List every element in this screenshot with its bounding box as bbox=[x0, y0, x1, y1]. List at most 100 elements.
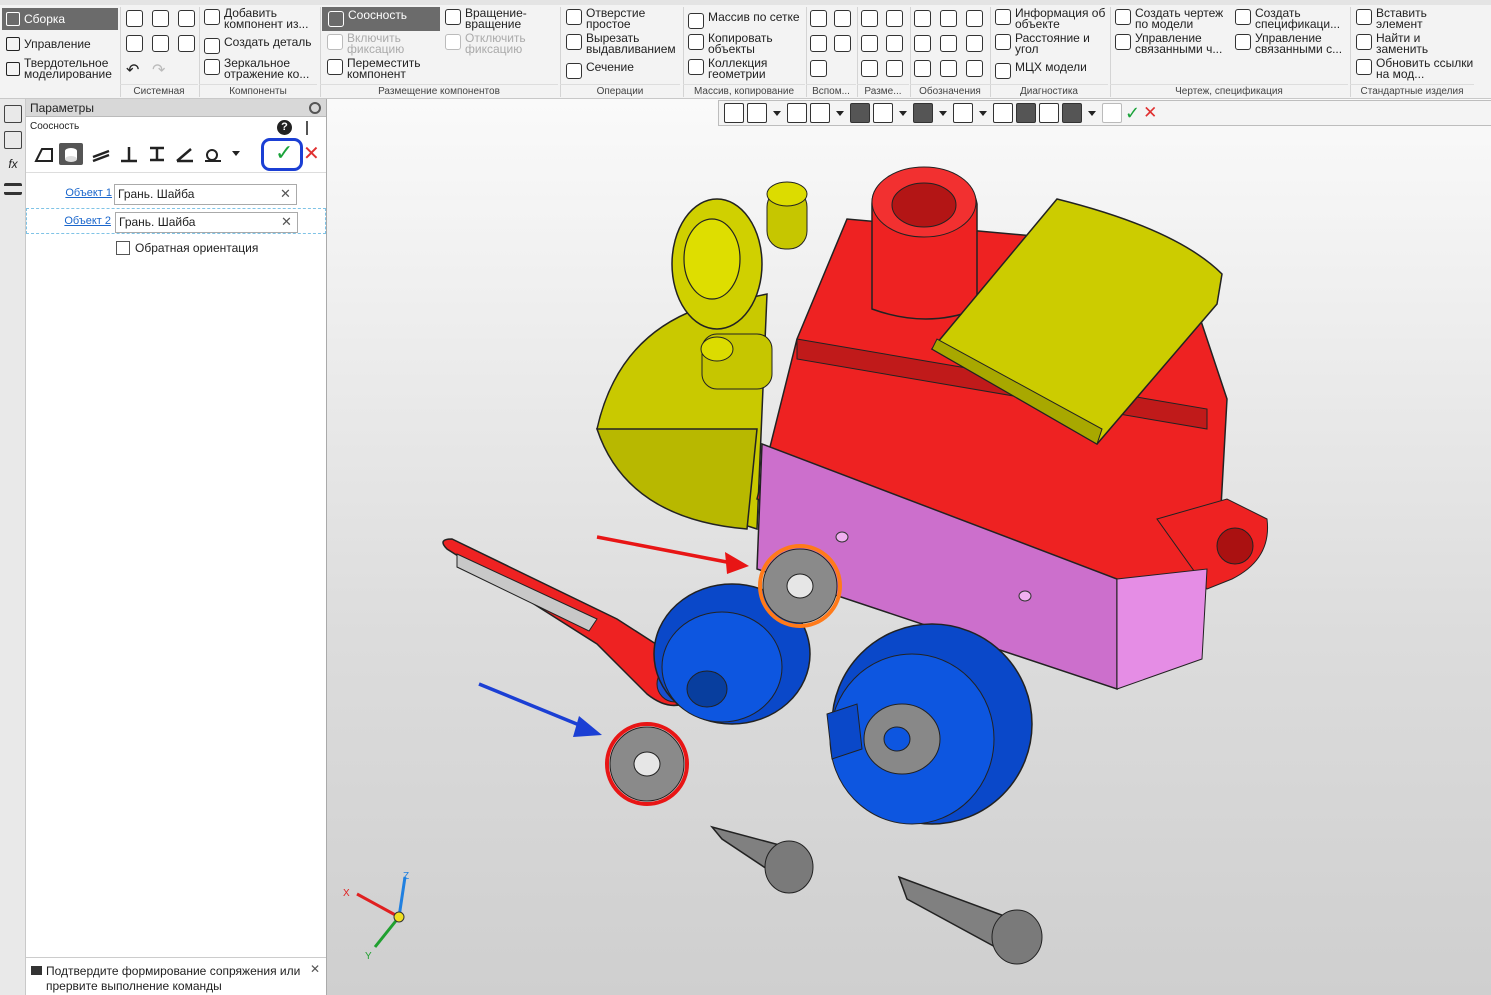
dim-radius-icon[interactable] bbox=[886, 10, 903, 27]
panel-title: Параметры bbox=[30, 101, 94, 115]
designation-base-icon[interactable] bbox=[940, 10, 957, 27]
mode-solid-modeling[interactable]: Твердотельное моделирование bbox=[2, 56, 118, 82]
new-file-icon[interactable] bbox=[126, 10, 143, 27]
solid-icon bbox=[6, 62, 20, 76]
mate-coaxial-icon[interactable] bbox=[59, 143, 83, 165]
status-hint: Подтвердите формирование сопряжения или … bbox=[26, 957, 326, 995]
create-object-button[interactable]: ✓ bbox=[275, 140, 293, 166]
dim-diameter-icon[interactable] bbox=[886, 35, 903, 52]
blue-wheel-rear[interactable] bbox=[826, 623, 1033, 825]
aux-plane-icon[interactable] bbox=[810, 35, 827, 52]
washer-selected-red[interactable] bbox=[605, 722, 689, 806]
designation-mark-icon[interactable] bbox=[966, 35, 983, 52]
enable-fix-button[interactable]: Включить фиксацию bbox=[327, 32, 437, 55]
dim-chain-icon[interactable] bbox=[861, 60, 878, 77]
save-icon[interactable] bbox=[178, 10, 195, 27]
aux-cs-icon[interactable] bbox=[834, 35, 851, 52]
mode-assembly[interactable]: Сборка bbox=[2, 8, 118, 30]
find-replace-button[interactable]: Найти и заменить bbox=[1356, 32, 1474, 55]
geometry-collection-button[interactable]: Коллекция геометрии bbox=[688, 57, 803, 80]
reverse-orientation-option[interactable]: Обратная ориентация bbox=[116, 241, 258, 255]
dim-auto-icon[interactable] bbox=[886, 60, 903, 77]
object2-clear-icon[interactable]: ✕ bbox=[281, 214, 292, 230]
cancel-command-button[interactable]: ✕ bbox=[303, 141, 320, 166]
mate-perpendicular-icon[interactable] bbox=[119, 145, 139, 163]
manage-linked-drawings-button[interactable]: Управление связанными ч... bbox=[1115, 32, 1230, 55]
layers-icon[interactable] bbox=[4, 183, 22, 195]
preview-icon[interactable] bbox=[152, 35, 169, 52]
mate-angle-icon[interactable] bbox=[175, 145, 195, 163]
insert-element-button[interactable]: Вставить элемент bbox=[1356, 7, 1474, 30]
object2-field[interactable]: Грань. Шайба bbox=[115, 212, 298, 233]
mate-distance-icon[interactable] bbox=[147, 145, 167, 163]
assembly-icon bbox=[6, 12, 20, 26]
open-file-icon[interactable] bbox=[152, 10, 169, 27]
linked-icon bbox=[1115, 34, 1131, 50]
tree-toggle-icon[interactable] bbox=[306, 121, 316, 135]
designation-rough-icon[interactable] bbox=[966, 10, 983, 27]
create-drawing-button[interactable]: Создать чертеж по модели bbox=[1115, 7, 1230, 30]
help-icon[interactable]: ? bbox=[277, 120, 292, 135]
object1-clear-icon[interactable]: ✕ bbox=[280, 186, 291, 202]
spec-linked-icon bbox=[1235, 34, 1251, 50]
properties-icon[interactable] bbox=[4, 131, 22, 149]
hole-simple-button[interactable]: Отверстие простое bbox=[566, 7, 678, 30]
designation-position-icon[interactable] bbox=[966, 60, 983, 77]
manage-linked-specs-button[interactable]: Управление связанными с... bbox=[1235, 32, 1347, 55]
disable-fix-button[interactable]: Отключить фиксацию bbox=[445, 32, 555, 55]
mate-coincident-icon[interactable] bbox=[34, 145, 54, 163]
object1-field[interactable]: Грань. Шайба bbox=[114, 184, 297, 205]
undo-icon[interactable]: ↶ bbox=[126, 60, 143, 79]
dim-angle-icon[interactable] bbox=[861, 35, 878, 52]
designation-leader-icon[interactable] bbox=[914, 10, 931, 27]
group-label-dims: Разме... bbox=[857, 84, 909, 98]
redo-icon[interactable]: ↷ bbox=[152, 60, 169, 79]
move-component-button[interactable]: Переместить компонент bbox=[327, 57, 437, 80]
variables-icon[interactable]: fx bbox=[4, 157, 22, 175]
mate-parallel-icon[interactable] bbox=[91, 145, 111, 163]
distance-angle-button[interactable]: Расстояние и угол bbox=[995, 32, 1107, 55]
unpin-icon bbox=[445, 34, 461, 50]
reverse-orientation-checkbox[interactable] bbox=[116, 241, 130, 255]
designation-table-icon[interactable] bbox=[940, 60, 957, 77]
dim-linear-icon[interactable] bbox=[861, 10, 878, 27]
update-links-button[interactable]: Обновить ссылки на мод... bbox=[1356, 57, 1474, 80]
pattern-grid-button[interactable]: Массив по сетке bbox=[688, 11, 803, 29]
create-part-button[interactable]: Создать деталь bbox=[204, 36, 316, 54]
gear-icon[interactable] bbox=[309, 102, 321, 114]
screw-1[interactable] bbox=[709, 825, 814, 894]
red-chimney-part[interactable] bbox=[871, 166, 978, 320]
object-info-button[interactable]: Информация об объекте bbox=[995, 7, 1107, 30]
object1-label[interactable]: Объект 1 bbox=[65, 187, 112, 199]
3d-viewport[interactable]: ✓ ✕ X Z Y bbox=[327, 99, 1491, 995]
copy-objects-button[interactable]: Копировать объекты bbox=[688, 32, 803, 55]
assembly-scene: X Z Y bbox=[343, 166, 1269, 965]
object2-label[interactable]: Объект 2 bbox=[64, 215, 111, 227]
object1-row: Объект 1 Грань. Шайба ✕ bbox=[26, 181, 326, 207]
mate-tangent-icon[interactable] bbox=[203, 145, 223, 163]
mode-management[interactable]: Управление bbox=[2, 33, 118, 55]
add-component-button[interactable]: Добавить компонент из... bbox=[204, 7, 316, 30]
designation-weld-icon[interactable] bbox=[940, 35, 957, 52]
save-all-icon[interactable] bbox=[178, 35, 195, 52]
aux-axis-icon[interactable] bbox=[810, 10, 827, 27]
aux-point-icon[interactable] bbox=[834, 10, 851, 27]
designation-text-icon[interactable] bbox=[914, 60, 931, 77]
coaxial-button[interactable]: Соосность bbox=[322, 7, 440, 31]
cut-extrude-button[interactable]: Вырезать выдавливанием bbox=[566, 32, 678, 55]
create-specification-button[interactable]: Создать спецификаци... bbox=[1235, 7, 1347, 30]
rotation-button[interactable]: Вращение-вращение bbox=[445, 7, 555, 30]
designation-tolerance-icon[interactable] bbox=[914, 35, 931, 52]
print-icon[interactable] bbox=[126, 35, 143, 52]
create-part-icon bbox=[204, 38, 220, 54]
aux-line-icon[interactable] bbox=[810, 60, 827, 77]
screw-2[interactable] bbox=[897, 875, 1043, 965]
washer-selected-orange[interactable] bbox=[758, 544, 842, 628]
close-hint-icon[interactable]: ✕ bbox=[310, 962, 320, 976]
mirror-component-button[interactable]: Зеркальное отражение ко... bbox=[204, 57, 316, 80]
tree-icon[interactable] bbox=[4, 105, 22, 123]
section-button[interactable]: Сечение bbox=[566, 61, 678, 79]
insert-icon bbox=[1356, 9, 1372, 25]
mass-properties-button[interactable]: МЦХ модели bbox=[995, 61, 1107, 79]
more-mates-dropdown-icon[interactable] bbox=[232, 151, 240, 156]
